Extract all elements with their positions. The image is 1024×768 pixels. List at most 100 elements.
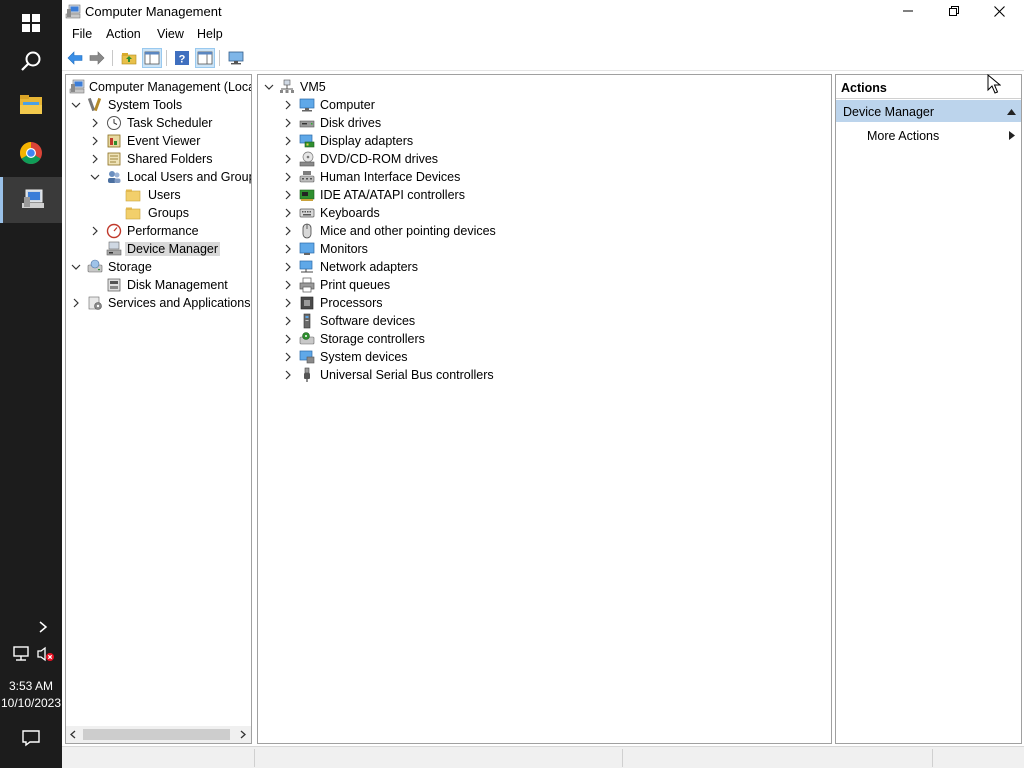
collapse-up-icon[interactable]: [1007, 109, 1016, 115]
toolbar-separator: [112, 50, 113, 66]
device-list-pane: VM5 Computer Disk drives Display adapter…: [257, 74, 832, 744]
device-category-label: Human Interface Devices: [320, 170, 461, 184]
menu-action[interactable]: Action: [106, 27, 141, 41]
arrow-left-icon: [67, 51, 83, 65]
minimize-button[interactable]: [885, 0, 931, 22]
tree-label: Shared Folders: [127, 152, 213, 166]
tree-horizontal-scrollbar[interactable]: [66, 726, 251, 743]
clock-icon: [107, 116, 121, 130]
device-category-label: Print queues: [320, 278, 391, 292]
chevron-right-icon[interactable]: [282, 207, 294, 219]
chevron-right-icon[interactable]: [282, 297, 294, 309]
processor-icon: [300, 296, 314, 310]
chevron-right-icon[interactable]: [282, 369, 294, 381]
toolbar-separator: [219, 50, 220, 66]
chevron-right-icon[interactable]: [282, 333, 294, 345]
show-hide-console-tree-button[interactable]: [142, 48, 162, 68]
disk-drive-icon: [299, 120, 315, 128]
back-button[interactable]: [65, 48, 85, 68]
submenu-arrow-icon[interactable]: [1009, 131, 1015, 140]
scan-hardware-button[interactable]: [226, 48, 246, 68]
actions-section-label: Device Manager: [843, 105, 935, 119]
chevron-right-icon[interactable]: [282, 153, 294, 165]
restore-icon: [949, 6, 959, 16]
chevron-right-icon[interactable]: [89, 135, 101, 147]
chevron-right-icon[interactable]: [282, 279, 294, 291]
tree-label: Performance: [127, 224, 199, 238]
search-button[interactable]: [0, 38, 62, 84]
close-button[interactable]: [976, 0, 1022, 22]
chevron-down-icon[interactable]: [263, 81, 275, 93]
chevron-right-icon[interactable]: [70, 297, 82, 309]
toolbar: ?: [62, 45, 1024, 71]
help-icon: ?: [175, 51, 189, 66]
tree-label: Groups: [148, 206, 189, 220]
chevron-down-icon[interactable]: [70, 261, 82, 273]
tree-label: Disk Management: [127, 278, 228, 292]
device-category-label: Display adapters: [320, 134, 414, 148]
chevron-right-icon[interactable]: [282, 225, 294, 237]
actions-section-device-manager[interactable]: Device Manager: [836, 100, 1021, 122]
ide-controller-icon: [299, 189, 315, 201]
chevron-right-icon[interactable]: [282, 243, 294, 255]
tree-label: Task Scheduler: [127, 116, 213, 130]
human-interface-device-icon: [299, 171, 315, 183]
forward-button[interactable]: [87, 48, 107, 68]
taskbar-clock[interactable]: 3:53 AM 10/10/2023: [0, 678, 62, 712]
tree-label: Event Viewer: [127, 134, 201, 148]
search-icon: [21, 51, 41, 71]
software-device-icon: [303, 313, 311, 329]
tree-label: Device Manager: [125, 242, 221, 256]
device-category-label: Disk drives: [320, 116, 382, 130]
title-bar[interactable]: Computer Management: [62, 0, 1024, 22]
scroll-left-icon[interactable]: [69, 730, 77, 739]
device-category-label: Keyboards: [320, 206, 380, 220]
chevron-right-icon[interactable]: [36, 620, 50, 634]
more-actions-label: More Actions: [867, 129, 940, 143]
services-icon: [88, 296, 102, 310]
scroll-right-icon[interactable]: [239, 730, 247, 739]
chevron-right-icon[interactable]: [282, 171, 294, 183]
volume-muted-icon[interactable]: [36, 645, 56, 663]
chevron-down-icon[interactable]: [70, 99, 82, 111]
status-divider: [932, 749, 933, 767]
tree-label: Users: [148, 188, 181, 202]
restore-button[interactable]: [931, 0, 977, 22]
chevron-right-icon[interactable]: [282, 351, 294, 363]
menu-file[interactable]: File: [72, 27, 92, 41]
monitor-icon: [299, 242, 315, 255]
menu-help[interactable]: Help: [197, 27, 223, 41]
console-tree-icon: [144, 51, 160, 65]
device-root-label: VM5: [300, 80, 326, 94]
display-adapter-icon: [299, 134, 315, 148]
file-explorer-button[interactable]: [0, 82, 62, 128]
network-icon[interactable]: [12, 645, 30, 663]
chevron-right-icon[interactable]: [282, 99, 294, 111]
scrollbar-thumb[interactable]: [83, 729, 230, 740]
device-category-label: Computer: [320, 98, 375, 112]
more-actions-item[interactable]: More Actions: [867, 129, 939, 143]
chevron-right-icon[interactable]: [89, 153, 101, 165]
chevron-down-icon[interactable]: [89, 171, 101, 183]
device-category-label: System devices: [320, 350, 408, 364]
chevron-right-icon[interactable]: [282, 315, 294, 327]
tree-label: Computer Management (Local: [89, 80, 252, 94]
chevron-right-icon[interactable]: [282, 261, 294, 273]
device-category-label: Universal Serial Bus controllers: [320, 368, 494, 382]
chevron-right-icon[interactable]: [282, 135, 294, 147]
close-icon: [993, 5, 1005, 17]
computer-management-icon: [21, 189, 44, 208]
help-button[interactable]: ?: [172, 48, 192, 68]
chevron-right-icon[interactable]: [282, 117, 294, 129]
actions-pane: Actions Device Manager More Actions: [835, 74, 1022, 744]
performance-icon: [106, 223, 122, 239]
show-hide-action-pane-button[interactable]: [195, 48, 215, 68]
chevron-right-icon[interactable]: [89, 225, 101, 237]
notification-icon[interactable]: [22, 729, 40, 747]
menu-view[interactable]: View: [157, 27, 184, 41]
chevron-right-icon[interactable]: [89, 117, 101, 129]
up-one-level-button[interactable]: [119, 48, 139, 68]
computer-management-taskbar-button[interactable]: [0, 177, 62, 223]
chrome-button[interactable]: [0, 130, 62, 176]
chevron-right-icon[interactable]: [282, 189, 294, 201]
